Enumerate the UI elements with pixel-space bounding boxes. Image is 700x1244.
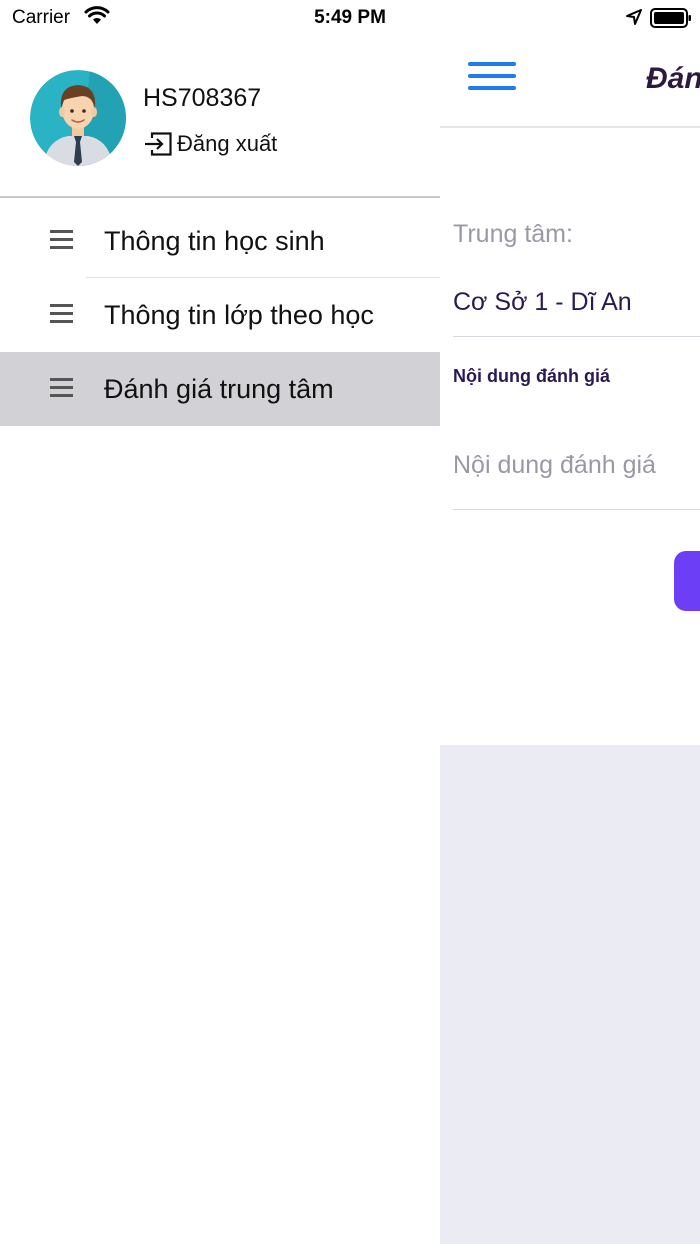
menu-item-label: Thông tin học sinh xyxy=(104,226,325,256)
content-input[interactable] xyxy=(453,422,700,510)
side-drawer: HS708367 Đăng xuất Thông tin học sinh Th… xyxy=(0,36,440,1244)
list-icon xyxy=(50,378,73,398)
content-label: Nội dung đánh giá xyxy=(453,366,610,386)
center-select[interactable]: Cơ Sở 1 - Dĩ An xyxy=(453,288,632,317)
list-icon xyxy=(50,304,73,324)
username: HS708367 xyxy=(143,84,262,112)
menu-item-label: Đánh giá trung tâm xyxy=(104,374,334,404)
battery-icon xyxy=(650,8,691,28)
main-screen: Đánh giá Trung tâm: Cơ Sở 1 - Dĩ An Nội … xyxy=(440,36,700,1244)
location-arrow-icon xyxy=(626,9,642,25)
center-divider xyxy=(453,336,700,337)
page-title: Đánh giá xyxy=(646,62,700,95)
list-icon xyxy=(50,230,73,250)
menu-item-student-info[interactable]: Thông tin học sinh xyxy=(0,204,440,278)
avatar xyxy=(30,70,126,166)
menu-item-center-review[interactable]: Đánh giá trung tâm xyxy=(0,352,440,426)
logout-icon xyxy=(145,132,172,156)
clock: 5:49 PM xyxy=(314,7,386,28)
logout-label: Đăng xuất xyxy=(177,131,278,156)
submit-button[interactable] xyxy=(674,551,700,611)
status-bar: Carrier 5:49 PM xyxy=(0,0,700,36)
main-bottom-area xyxy=(440,745,700,1244)
logout-button[interactable]: Đăng xuất xyxy=(143,128,277,160)
center-label: Trung tâm: xyxy=(453,220,573,248)
drawer-header: HS708367 Đăng xuất xyxy=(0,36,440,198)
menu-item-label: Thông tin lớp theo học xyxy=(104,300,374,330)
menu-item-class-info[interactable]: Thông tin lớp theo học xyxy=(0,278,440,352)
main-header: Đánh giá xyxy=(440,36,700,128)
hamburger-icon[interactable] xyxy=(468,62,516,90)
